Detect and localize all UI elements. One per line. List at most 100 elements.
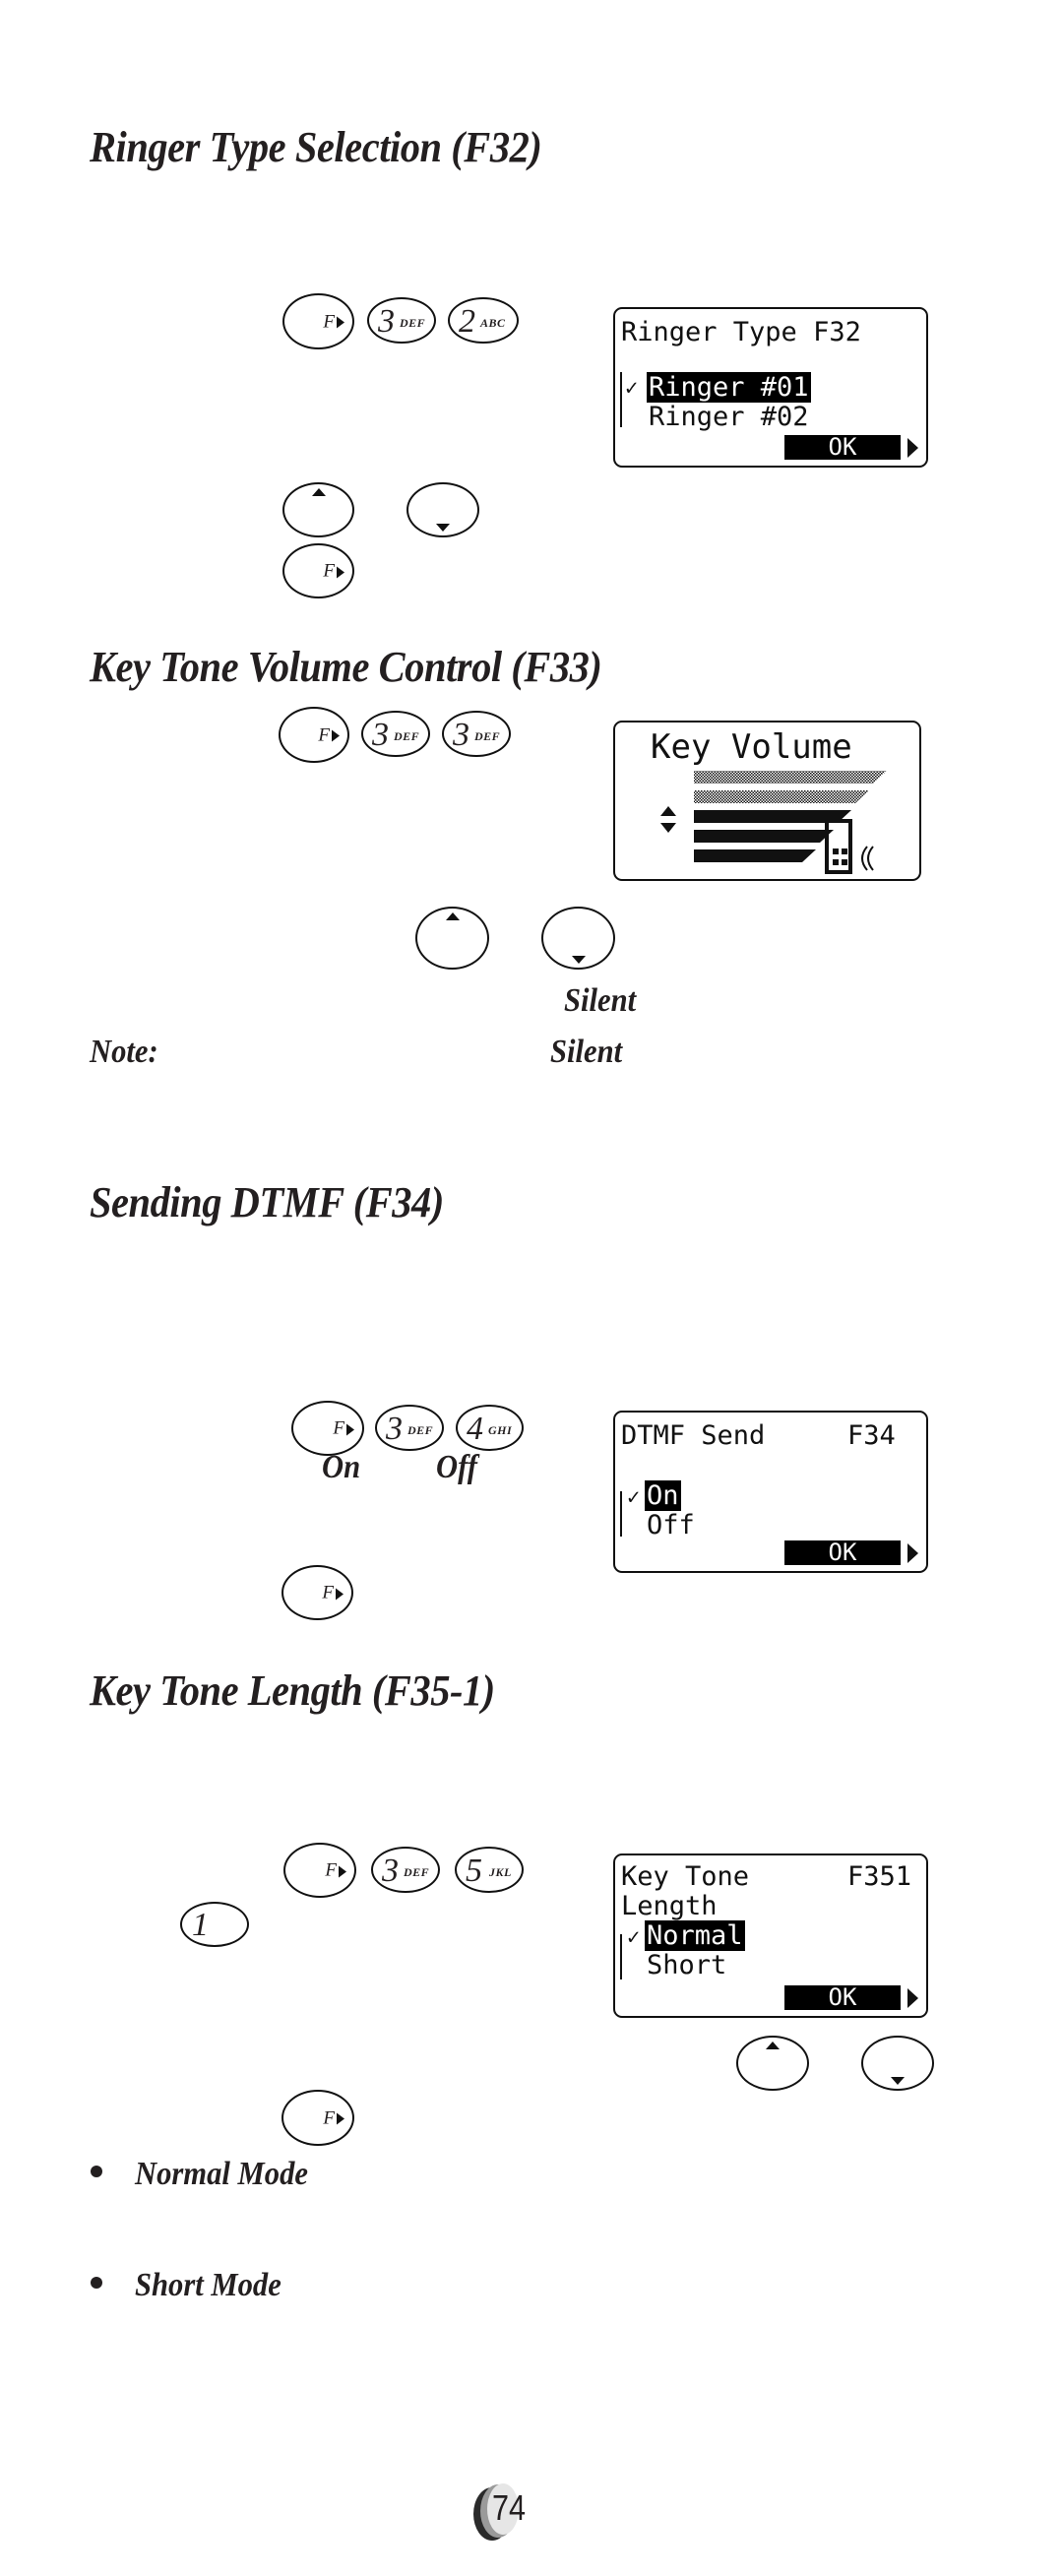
key-letters: DEF bbox=[404, 1865, 430, 1879]
key-letters: DEF bbox=[407, 1423, 434, 1437]
arrow-down-icon bbox=[436, 524, 450, 532]
lcd-ok-softkey[interactable]: OK bbox=[784, 1985, 901, 2010]
f-key-button[interactable]: F bbox=[282, 293, 354, 349]
key-digit: 2 bbox=[459, 303, 475, 340]
section-title-ringer-type: Ringer Type Selection (F32) bbox=[90, 123, 542, 171]
lcd-option[interactable]: Ringer #02 bbox=[649, 404, 809, 430]
lcd-ringer-type: Ringer Type F32 ✓ Ringer #01 Ringer #02 … bbox=[613, 307, 928, 468]
key-digit: 4 bbox=[467, 1411, 483, 1447]
bullet-normal-mode: Normal Mode bbox=[135, 2156, 308, 2192]
on-label: On bbox=[322, 1449, 361, 1485]
section-title-key-tone-length: Key Tone Length (F35-1) bbox=[90, 1666, 495, 1715]
arrow-up-icon bbox=[766, 2042, 780, 2049]
list-scroll-bracket bbox=[620, 1934, 625, 1979]
key-2-abc-button[interactable]: 2 ABC bbox=[448, 297, 519, 344]
function-key-icon: F bbox=[322, 1584, 344, 1602]
up-key-button[interactable] bbox=[415, 907, 489, 970]
bullet-icon bbox=[91, 2277, 102, 2289]
volume-bar-empty bbox=[694, 771, 887, 784]
key-digit: 3 bbox=[386, 1411, 403, 1447]
bullet-icon bbox=[91, 2166, 102, 2177]
up-key-button[interactable] bbox=[282, 482, 354, 537]
lcd-code: F34 bbox=[847, 1420, 896, 1451]
check-icon: ✓ bbox=[627, 1485, 641, 1510]
volume-level-indicator bbox=[660, 771, 887, 874]
handset-icon bbox=[825, 813, 852, 874]
function-key-icon: F bbox=[323, 562, 344, 581]
key-digit: 3 bbox=[378, 303, 395, 340]
key-digit: 3 bbox=[453, 717, 469, 753]
sound-waves-icon bbox=[861, 846, 874, 871]
arrow-up-icon bbox=[311, 488, 326, 496]
key-letters: GHI bbox=[488, 1423, 513, 1437]
key-letters: DEF bbox=[474, 729, 501, 743]
f-key-button[interactable]: F bbox=[283, 1843, 356, 1898]
lcd-title: DTMF Send bbox=[621, 1420, 766, 1451]
down-key-button[interactable] bbox=[861, 2036, 934, 2091]
volume-bar-filled bbox=[694, 849, 816, 862]
key-5-jkl-button[interactable]: 5 JKL bbox=[455, 1847, 524, 1893]
key-3-def-button[interactable]: 3 DEF bbox=[361, 711, 430, 757]
page-number-badge: 74 bbox=[467, 2481, 535, 2544]
lcd-ok-softkey[interactable]: OK bbox=[784, 435, 901, 460]
lcd-title-line2: Length bbox=[621, 1891, 718, 1921]
silent-label: Silent bbox=[564, 982, 637, 1019]
key-letters: JKL bbox=[489, 1865, 512, 1879]
function-key-icon: F bbox=[333, 1419, 354, 1438]
key-digit: 3 bbox=[372, 717, 389, 753]
key-1-button[interactable]: 1 bbox=[180, 1902, 249, 1947]
section-title-key-volume: Key Tone Volume Control (F33) bbox=[90, 643, 602, 691]
check-icon: ✓ bbox=[627, 1925, 641, 1950]
check-icon: ✓ bbox=[625, 376, 639, 401]
function-key-icon: F bbox=[318, 725, 340, 744]
key-3-def-button[interactable]: 3 DEF bbox=[371, 1847, 440, 1893]
f-key-button[interactable]: F bbox=[291, 1401, 364, 1456]
volume-down-icon bbox=[660, 823, 676, 833]
lcd-title: Key Tone bbox=[621, 1861, 750, 1892]
f-key-button[interactable]: F bbox=[282, 543, 354, 598]
key-3-def-button[interactable]: 3 DEF bbox=[367, 297, 436, 344]
f-key-button[interactable]: F bbox=[281, 1565, 353, 1620]
lcd-ok-softkey[interactable]: OK bbox=[784, 1540, 901, 1565]
volume-bar-empty bbox=[694, 790, 869, 803]
key-letters: ABC bbox=[480, 316, 506, 330]
arrow-down-icon bbox=[891, 2077, 905, 2085]
lcd-dtmf-send: DTMF Send F34 ✓ On Off OK bbox=[613, 1411, 928, 1573]
function-key-icon: F bbox=[325, 1861, 346, 1880]
bullet-short-mode: Short Mode bbox=[135, 2267, 281, 2303]
play-arrow-icon bbox=[907, 438, 918, 458]
key-digit: 3 bbox=[382, 1853, 399, 1889]
off-label: Off bbox=[436, 1449, 477, 1485]
key-digit: 1 bbox=[192, 1907, 209, 1943]
lcd-option-selected[interactable]: Normal bbox=[645, 1920, 745, 1951]
function-key-icon: F bbox=[323, 2108, 344, 2127]
volume-bar-filled bbox=[694, 830, 834, 843]
section-title-dtmf: Sending DTMF (F34) bbox=[90, 1178, 444, 1226]
key-4-ghi-button[interactable]: 4 GHI bbox=[456, 1405, 524, 1451]
lcd-title: Ringer Type F32 bbox=[621, 317, 861, 347]
key-3-def-button[interactable]: 3 DEF bbox=[375, 1405, 444, 1451]
note-silent-label: Silent bbox=[550, 1034, 623, 1070]
f-key-button[interactable]: F bbox=[281, 2090, 354, 2146]
lcd-option-selected[interactable]: Ringer #01 bbox=[647, 372, 811, 403]
function-key-icon: F bbox=[323, 312, 344, 331]
arrow-down-icon bbox=[571, 956, 586, 964]
key-3-def-button[interactable]: 3 DEF bbox=[442, 711, 511, 757]
lcd-option[interactable]: Short bbox=[647, 1952, 726, 1979]
lcd-key-tone-length: Key Tone F351 Length ✓ Normal Short OK bbox=[613, 1853, 928, 2018]
note-label: Note: bbox=[90, 1034, 158, 1070]
play-arrow-icon bbox=[907, 1988, 918, 2008]
arrow-up-icon bbox=[445, 912, 460, 920]
key-letters: DEF bbox=[394, 729, 420, 743]
f-key-button[interactable]: F bbox=[279, 707, 349, 763]
up-key-button[interactable] bbox=[736, 2036, 809, 2091]
down-key-button[interactable] bbox=[406, 482, 479, 537]
lcd-option-selected[interactable]: On bbox=[645, 1480, 681, 1511]
play-arrow-icon bbox=[907, 1543, 918, 1563]
lcd-option[interactable]: Off bbox=[647, 1512, 695, 1539]
key-digit: 5 bbox=[466, 1853, 482, 1889]
lcd-key-volume: Key Volume bbox=[613, 721, 921, 881]
volume-up-icon bbox=[660, 806, 676, 816]
down-key-button[interactable] bbox=[541, 907, 615, 970]
list-scroll-bracket bbox=[620, 1491, 625, 1537]
